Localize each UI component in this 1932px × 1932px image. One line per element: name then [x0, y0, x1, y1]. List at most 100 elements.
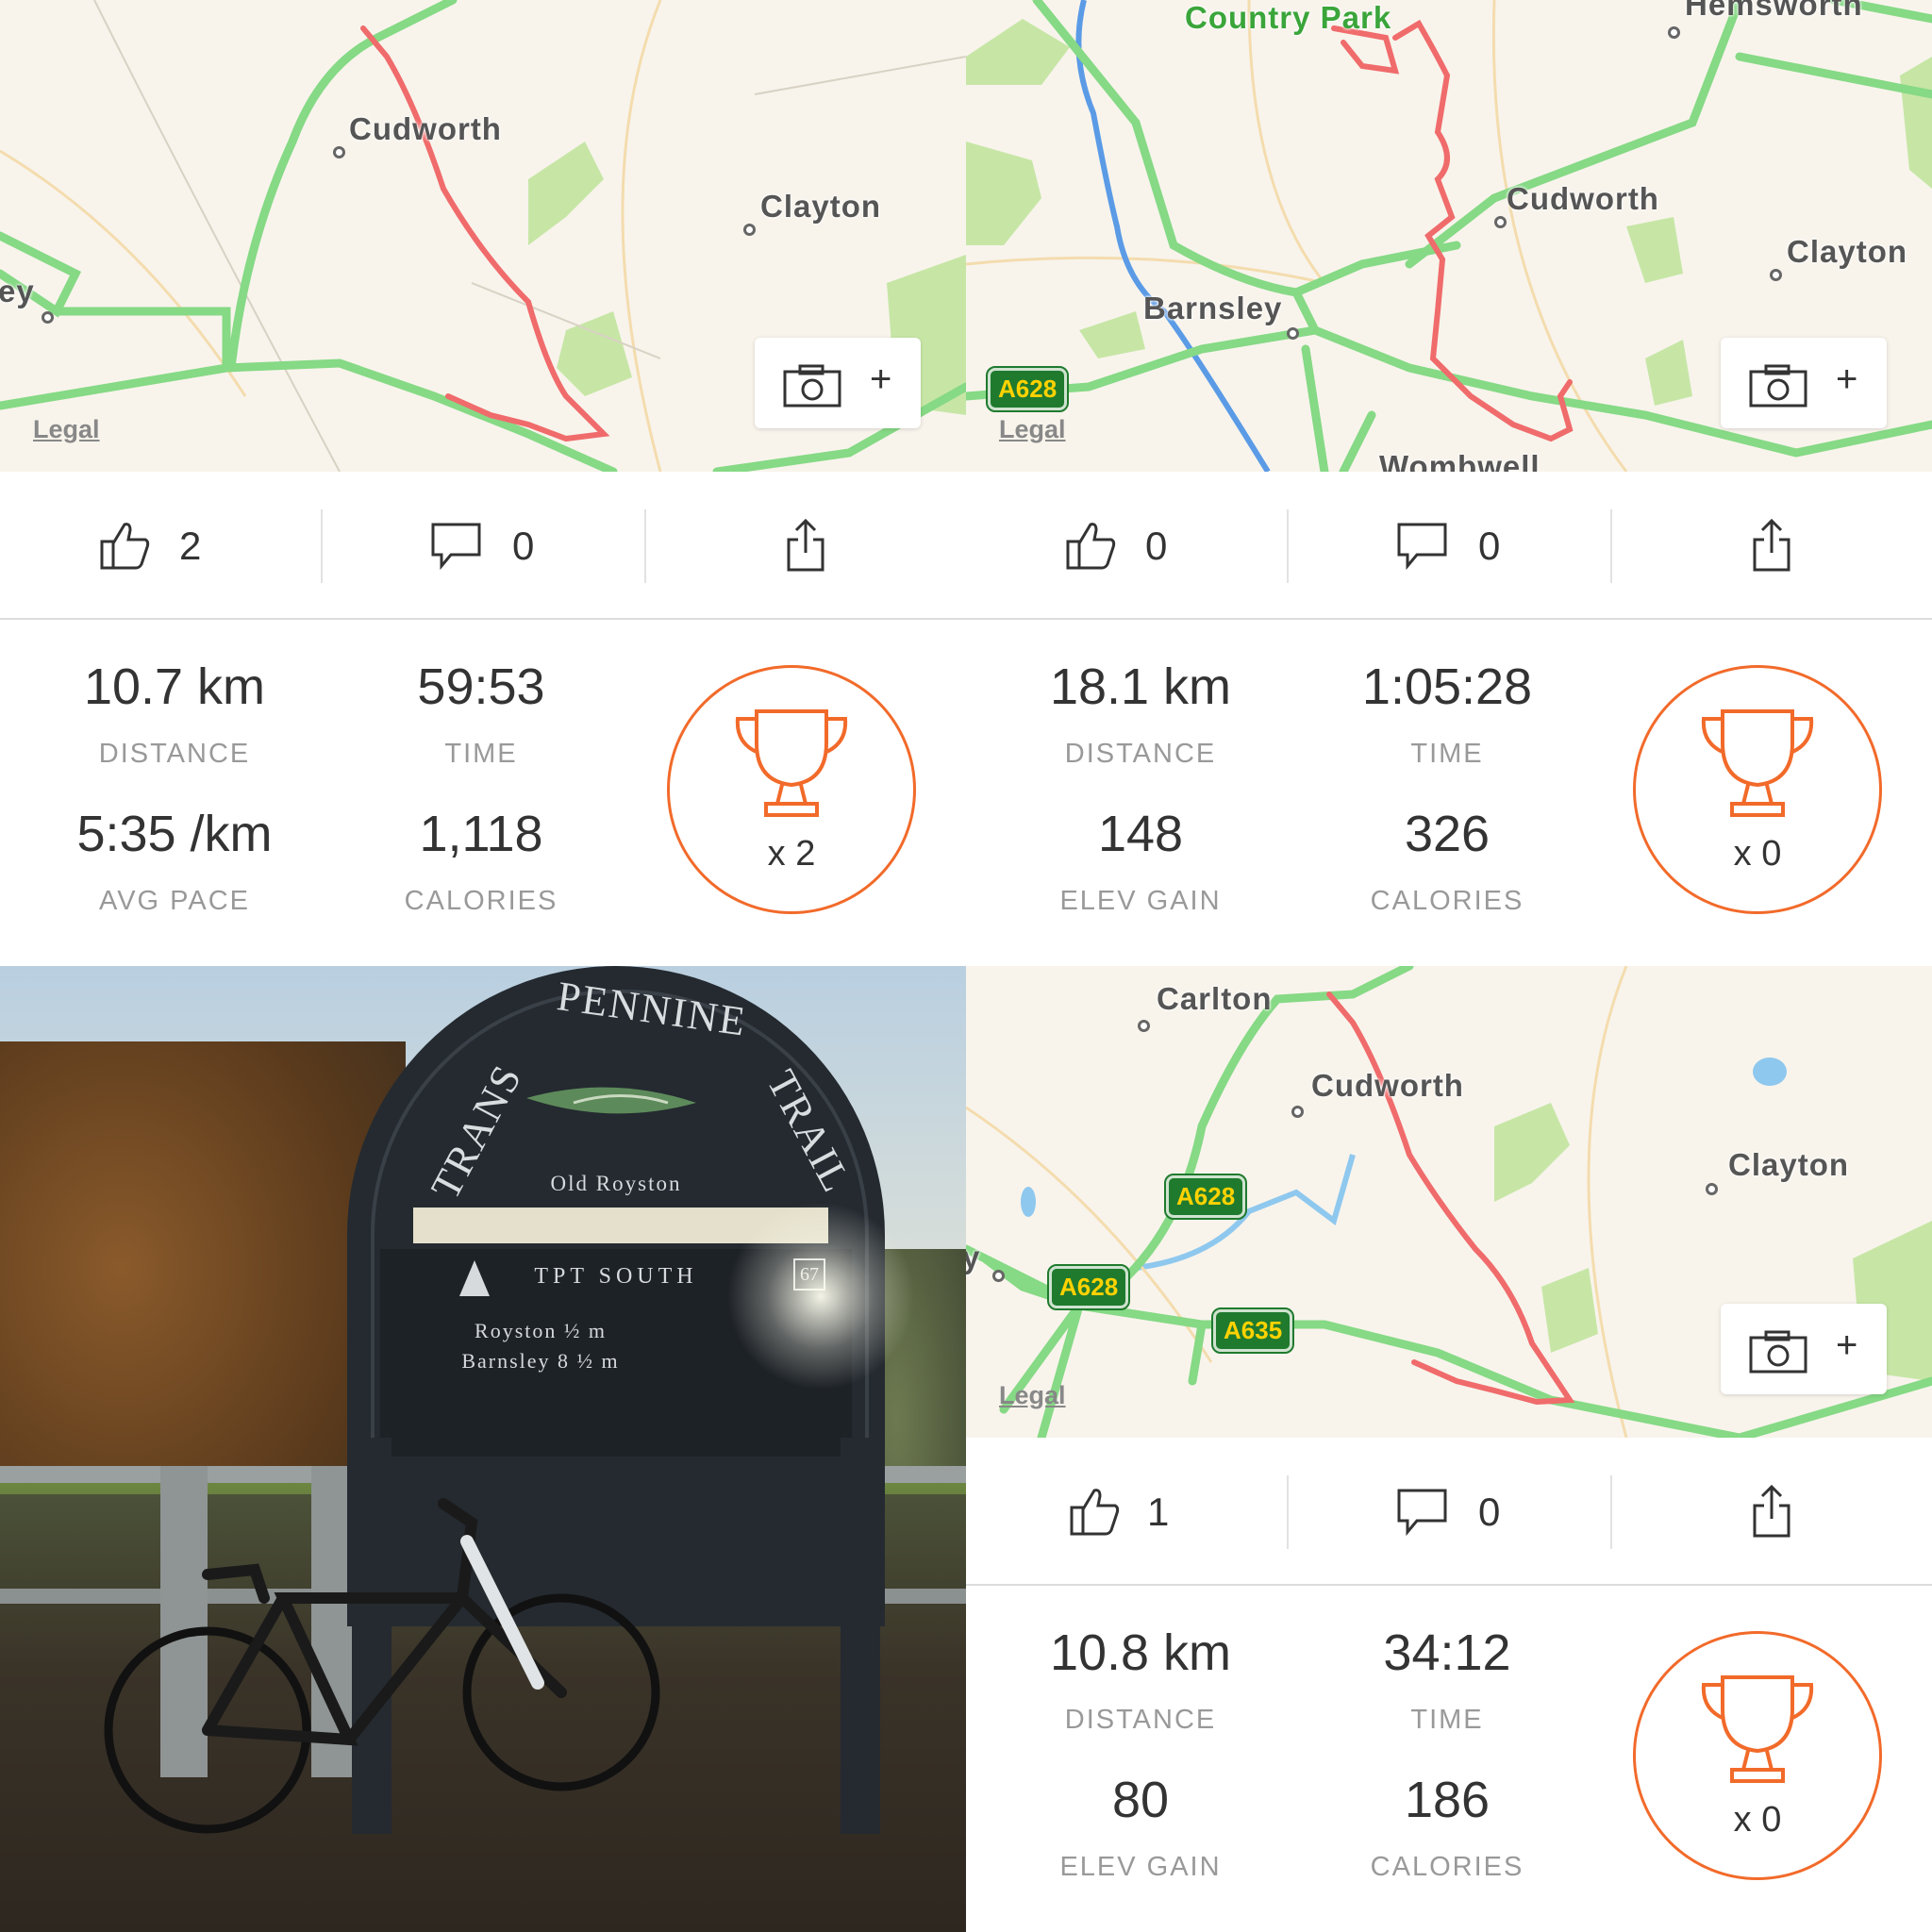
place-label: Cudworth: [349, 111, 502, 146]
place-marker: [1138, 1020, 1150, 1032]
activity-photo[interactable]: PENNINE TRANS TRAIL Old Royston TPT SOUT…: [0, 966, 966, 1932]
achievement-count: x 0: [1733, 1800, 1782, 1840]
comment-count: 0: [512, 524, 535, 568]
sign-leg: [841, 1438, 880, 1834]
place-label: Hemsworth: [1685, 0, 1863, 22]
activity-card-2: Country Park Hemsworth Cudworth Clayton …: [966, 0, 1932, 966]
sign-place: Old Royston: [550, 1172, 682, 1195]
share-icon[interactable]: [1751, 1485, 1792, 1538]
stat-value: 1,118: [419, 806, 543, 862]
route-map[interactable]: Cudworth Clayton ey Legal +: [0, 0, 966, 472]
place-marker: [1287, 327, 1299, 340]
stat-label: TIME: [1410, 739, 1484, 769]
like-count: 1: [1147, 1490, 1170, 1534]
place-marker: [333, 146, 345, 158]
add-photo-button[interactable]: +: [1721, 338, 1887, 428]
stat-label: AVG PACE: [99, 886, 250, 916]
place-label: Clayton: [1728, 1147, 1850, 1182]
place-label: Clayton: [760, 189, 882, 224]
divider: [644, 509, 646, 583]
stat-value: 326: [1404, 806, 1491, 862]
thumbs-up-icon[interactable]: [98, 521, 151, 570]
sign-line: Barnsley 8 ½ m: [461, 1349, 620, 1373]
social-bar: 2 0: [0, 472, 966, 620]
camera-icon: [783, 364, 841, 408]
trophy-icon: [1701, 709, 1814, 817]
route-line: [1326, 991, 1575, 1406]
route-map[interactable]: Country Park Hemsworth Cudworth Clayton …: [966, 0, 1932, 472]
legal-link[interactable]: Legal: [33, 415, 100, 444]
place-marker: [1668, 26, 1680, 39]
plus-icon: +: [870, 358, 892, 400]
achievement-count: x 0: [1733, 834, 1782, 874]
add-photo-button[interactable]: +: [755, 338, 921, 428]
place-label: Cudworth: [1507, 181, 1659, 216]
place-marker: [42, 311, 54, 324]
camera-icon: [1749, 364, 1807, 408]
stat-label: ELEV GAIN: [1059, 886, 1222, 916]
place-label: Country Park: [1185, 0, 1392, 35]
stat-label: DISTANCE: [98, 739, 251, 769]
bicycle: [104, 1498, 660, 1834]
place-label: ey: [0, 274, 35, 308]
stat-value: 186: [1404, 1772, 1491, 1828]
route-map[interactable]: Carlton Cudworth Clayton y A628 A628 A63…: [966, 966, 1932, 1438]
comment-icon[interactable]: [430, 521, 483, 570]
stats-panel: 10.8 km DISTANCE 34:12 TIME 80 ELEV GAIN…: [966, 1586, 1932, 1932]
road-shield: A635: [1210, 1307, 1295, 1354]
camera-icon: [1749, 1330, 1807, 1374]
place-label: y: [966, 1240, 981, 1274]
stat-value: 34:12: [1383, 1624, 1511, 1681]
achievements-button[interactable]: x 2: [667, 665, 916, 914]
place-marker: [1494, 216, 1507, 228]
like-count: 0: [1145, 524, 1168, 568]
achievements-button[interactable]: x 0: [1633, 665, 1882, 914]
share-icon[interactable]: [1751, 519, 1792, 572]
stat-label: DISTANCE: [1064, 1705, 1217, 1735]
stats-panel: 10.7 km DISTANCE 59:53 TIME 5:35 /km AVG…: [0, 620, 966, 966]
comment-count: 0: [1478, 1490, 1501, 1534]
stat-value: 18.1 km: [1049, 658, 1232, 715]
divider: [1610, 509, 1612, 583]
achievement-count: x 2: [767, 834, 816, 874]
stat-label: TIME: [444, 739, 518, 769]
place-label: Wombwell: [1379, 449, 1541, 472]
place-marker: [1291, 1106, 1304, 1118]
place-marker: [1770, 269, 1782, 281]
place-label: Barnsley: [1143, 291, 1283, 325]
like-count: 2: [179, 524, 202, 568]
place-marker: [1706, 1183, 1718, 1195]
legal-link[interactable]: Legal: [999, 1381, 1066, 1410]
road-shield: A628: [1046, 1264, 1131, 1310]
stat-label: CALORIES: [1370, 1852, 1524, 1882]
trophy-icon: [1701, 1675, 1814, 1783]
stat-label: DISTANCE: [1064, 739, 1217, 769]
plus-icon: +: [1836, 1324, 1858, 1366]
sign-logo: [526, 1087, 696, 1114]
activity-card-3: Carlton Cudworth Clayton y A628 A628 A63…: [966, 966, 1932, 1932]
stat-label: CALORIES: [404, 886, 558, 916]
legal-link[interactable]: Legal: [999, 415, 1066, 444]
stat-label: TIME: [1410, 1705, 1484, 1735]
stat-value: 5:35 /km: [76, 806, 273, 862]
share-icon[interactable]: [785, 519, 826, 572]
divider: [321, 509, 323, 583]
stat-value: 59:53: [417, 658, 545, 715]
social-bar: 1 0: [966, 1438, 1932, 1586]
stat-value: 1:05:28: [1361, 658, 1533, 715]
place-marker: [992, 1270, 1005, 1282]
thumbs-up-icon[interactable]: [1068, 1487, 1121, 1536]
comment-icon[interactable]: [1396, 521, 1449, 570]
social-bar: 0 0: [966, 472, 1932, 620]
activity-card-1: Cudworth Clayton ey Legal + 2 0 10.7 km …: [0, 0, 966, 966]
add-photo-button[interactable]: +: [1721, 1304, 1887, 1394]
place-label: Carlton: [1157, 981, 1273, 1016]
road-shield: A628: [985, 366, 1070, 412]
achievements-button[interactable]: x 0: [1633, 1631, 1882, 1880]
thumbs-up-icon[interactable]: [1064, 521, 1117, 570]
stat-label: ELEV GAIN: [1059, 1852, 1222, 1882]
comment-icon[interactable]: [1396, 1487, 1449, 1536]
stat-value: 10.8 km: [1049, 1624, 1232, 1681]
divider: [1287, 1475, 1289, 1549]
comment-count: 0: [1478, 524, 1501, 568]
